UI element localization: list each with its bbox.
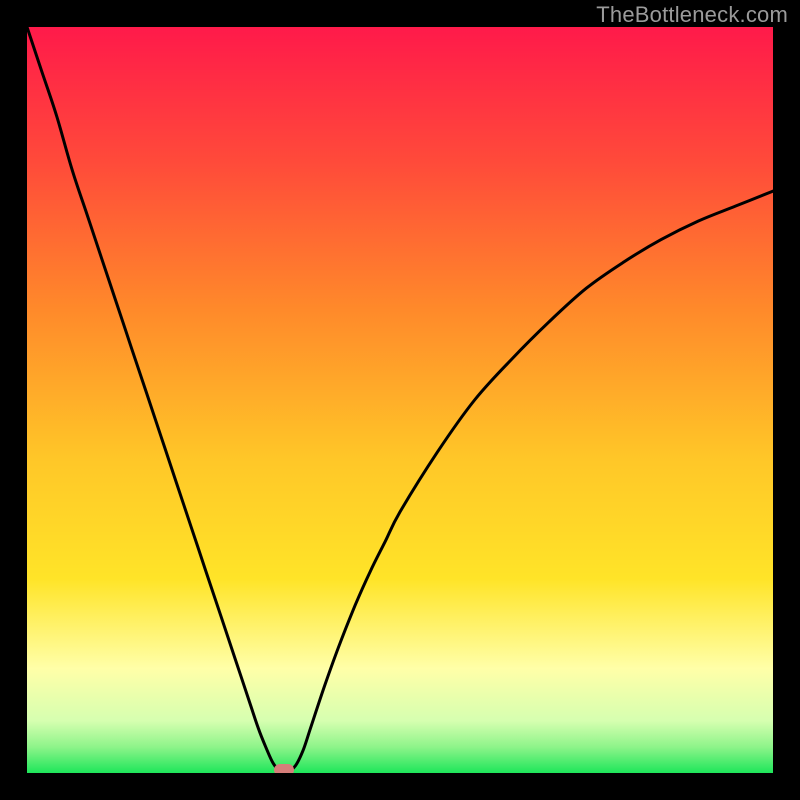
bottleneck-curve bbox=[27, 27, 773, 773]
outer-frame: TheBottleneck.com bbox=[0, 0, 800, 800]
watermark-text: TheBottleneck.com bbox=[596, 2, 788, 28]
plot-area bbox=[27, 27, 773, 773]
optimal-point-marker bbox=[274, 764, 294, 773]
